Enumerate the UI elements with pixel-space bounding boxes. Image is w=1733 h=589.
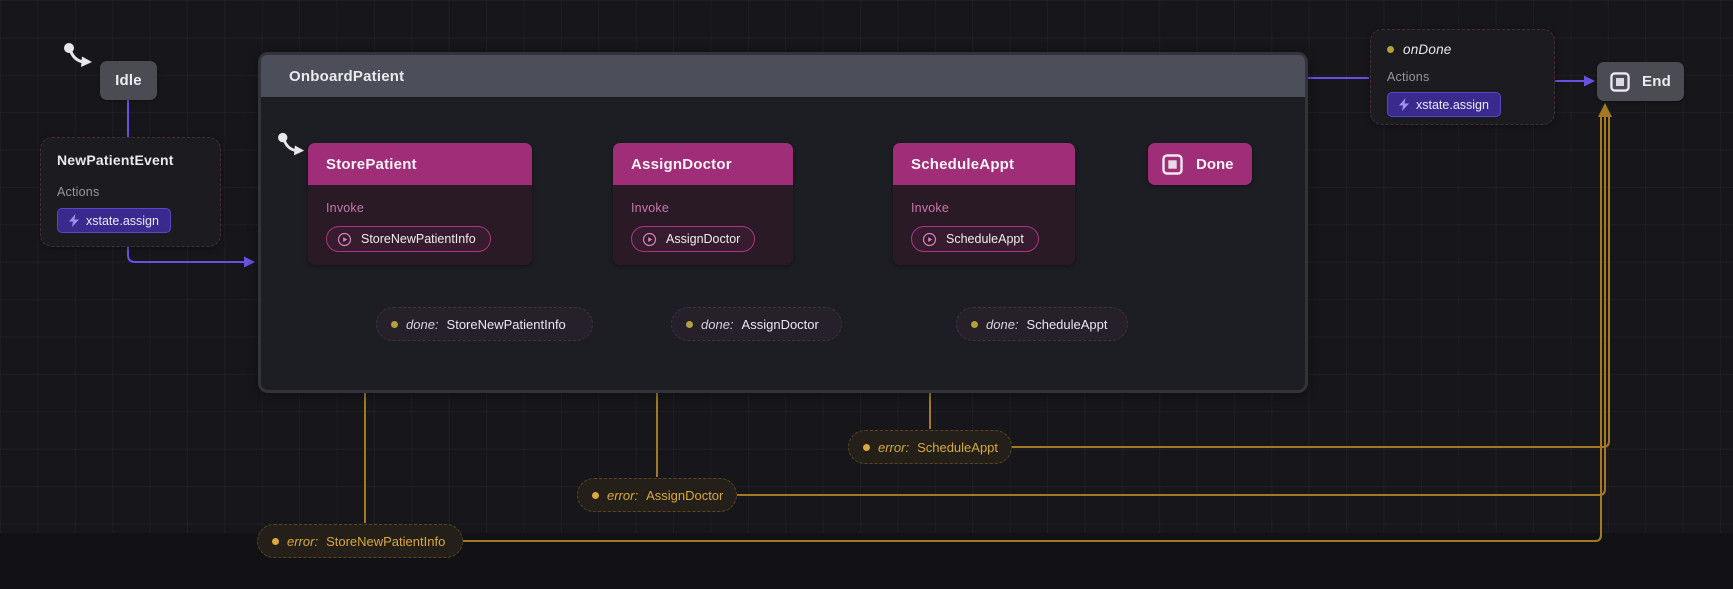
state-onboard-patient-header[interactable]: OnboardPatient <box>261 55 1305 97</box>
transition-keyword: error: <box>878 440 909 455</box>
play-circle-icon <box>337 232 352 247</box>
transition-done-store-new-patient-info[interactable]: done: StoreNewPatientInfo <box>376 307 593 341</box>
state-assign-doctor[interactable]: AssignDoctor Invoke AssignDoctor <box>613 143 793 265</box>
arrowhead-end-left <box>1584 76 1595 87</box>
state-idle[interactable]: Idle <box>100 61 157 100</box>
transition-done-assign-doctor[interactable]: done: AssignDoctor <box>671 307 842 341</box>
transition-dot <box>272 538 279 545</box>
state-done-label: Done <box>1196 156 1234 173</box>
transition-dot <box>592 492 599 499</box>
transition-target: StoreNewPatientInfo <box>447 317 566 332</box>
state-onboard-patient-title: OnboardPatient <box>289 68 404 85</box>
event-new-patient[interactable]: NewPatientEvent Actions xstate.assign <box>40 137 221 247</box>
transition-target: AssignDoctor <box>646 488 723 503</box>
xstate-assign-label: xstate.assign <box>1416 98 1489 112</box>
initial-state-marker <box>62 42 98 77</box>
transition-keyword: done: <box>406 317 439 332</box>
transition-keyword: done: <box>701 317 734 332</box>
on-done-dot <box>1387 46 1394 53</box>
xstate-assign-action[interactable]: xstate.assign <box>1387 92 1501 117</box>
lightning-icon <box>69 214 79 227</box>
initial-child-state-marker <box>276 132 310 165</box>
invoked-service-store-new-patient-info[interactable]: StoreNewPatientInfo <box>326 226 491 252</box>
xstate-assign-label: xstate.assign <box>86 214 159 228</box>
state-schedule-appt[interactable]: ScheduleAppt Invoke ScheduleAppt <box>893 143 1075 265</box>
state-end-label: End <box>1642 73 1671 90</box>
transition-keyword: error: <box>607 488 638 503</box>
transition-error-store-new-patient-info[interactable]: error: StoreNewPatientInfo <box>257 524 463 558</box>
lightning-icon <box>1399 98 1409 111</box>
state-store-patient[interactable]: StorePatient Invoke StoreNewPatientInfo <box>308 143 532 265</box>
transition-dot <box>686 321 693 328</box>
event-on-done-label: onDone <box>1403 42 1452 57</box>
invoked-service-schedule-appt[interactable]: ScheduleAppt <box>911 226 1039 252</box>
play-circle-icon <box>922 232 937 247</box>
final-state-icon <box>1610 72 1630 92</box>
event-on-done[interactable]: onDone Actions xstate.assign <box>1370 29 1555 125</box>
edge-newpatientevent-to-onboard[interactable] <box>128 247 244 262</box>
transition-dot <box>391 321 398 328</box>
transition-dot <box>863 444 870 451</box>
transition-target: ScheduleAppt <box>917 440 998 455</box>
state-store-patient-title: StorePatient <box>308 143 532 185</box>
transition-keyword: error: <box>287 534 318 549</box>
actions-label: Actions <box>57 185 204 199</box>
transition-dot <box>971 321 978 328</box>
state-done-final[interactable]: Done <box>1148 143 1252 185</box>
transition-done-schedule-appt[interactable]: done: ScheduleAppt <box>956 307 1128 341</box>
final-state-icon <box>1162 154 1183 175</box>
state-schedule-appt-title: ScheduleAppt <box>893 143 1075 185</box>
state-machine-canvas[interactable]: Idle NewPatientEvent Actions xstate.assi… <box>0 0 1733 589</box>
actions-label: Actions <box>1387 70 1538 84</box>
invoked-service-assign-doctor[interactable]: AssignDoctor <box>631 226 755 252</box>
state-assign-doctor-title: AssignDoctor <box>613 143 793 185</box>
service-name: ScheduleAppt <box>946 232 1024 246</box>
xstate-assign-action[interactable]: xstate.assign <box>57 208 171 233</box>
invoke-label: Invoke <box>631 201 775 215</box>
transition-target: AssignDoctor <box>742 317 819 332</box>
play-circle-icon <box>642 232 657 247</box>
transition-target: StoreNewPatientInfo <box>326 534 445 549</box>
service-name: StoreNewPatientInfo <box>361 232 476 246</box>
state-idle-label: Idle <box>115 72 142 89</box>
event-new-patient-title: NewPatientEvent <box>57 152 204 168</box>
transition-target: ScheduleAppt <box>1027 317 1108 332</box>
arrowhead-onboard <box>244 257 255 268</box>
invoke-label: Invoke <box>911 201 1057 215</box>
service-name: AssignDoctor <box>666 232 740 246</box>
state-end-final[interactable]: End <box>1597 62 1684 101</box>
invoke-label: Invoke <box>326 201 514 215</box>
arrowhead-end-bottom <box>1598 103 1612 117</box>
transition-keyword: done: <box>986 317 1019 332</box>
transition-error-assign-doctor[interactable]: error: AssignDoctor <box>577 478 737 512</box>
transition-error-schedule-appt[interactable]: error: ScheduleAppt <box>848 430 1012 464</box>
